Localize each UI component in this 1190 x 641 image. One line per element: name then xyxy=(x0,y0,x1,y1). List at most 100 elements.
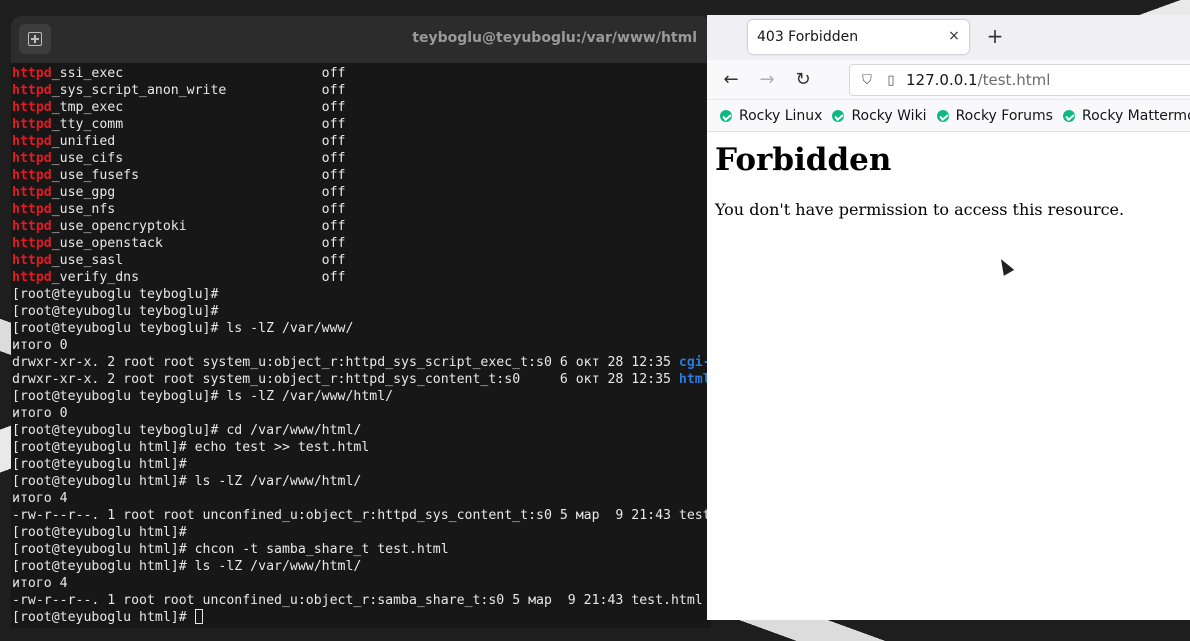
terminal-line: [root@teyuboglu teyboglu]# xyxy=(12,303,711,320)
boolean-entry: _use_openstack off xyxy=(51,236,346,251)
line-text: [root@teyuboglu html]# echo test >> test… xyxy=(12,440,370,455)
page-message: You don't have permission to access this… xyxy=(715,200,1125,219)
terminal-line: [root@teyuboglu html]# ls -lZ /var/www/h… xyxy=(12,473,711,490)
terminal-line: итого 4 xyxy=(12,490,711,507)
line-text: [root@teyuboglu html]# xyxy=(12,457,187,472)
new-tab-button[interactable]: + xyxy=(983,25,1007,49)
terminal-line: [root@teyuboglu html]# xyxy=(12,456,711,473)
highlighted-keyword: httpd xyxy=(12,202,52,217)
terminal-line: -rw-r--r--. 1 root root unconfined_u:obj… xyxy=(12,507,711,524)
browser-tab[interactable]: 403 Forbidden × xyxy=(748,20,969,54)
shield-icon[interactable]: ⛉ xyxy=(858,73,876,88)
line-text: [root@teyuboglu html]# ls -lZ /var/www/h… xyxy=(12,474,362,489)
terminal-line: httpd_use_fusefs off xyxy=(12,167,711,184)
line-text: [root@teyuboglu html]# ls -lZ /var/www/h… xyxy=(12,559,362,574)
terminal-header: teyboglu@teyuboglu:/var/www/html xyxy=(11,16,711,63)
terminal-line: httpd_use_openstack off xyxy=(12,235,711,252)
highlighted-keyword: httpd xyxy=(12,270,52,285)
line-text: итого 4 xyxy=(12,491,68,506)
rocky-icon xyxy=(832,109,845,122)
highlighted-keyword: httpd xyxy=(12,219,52,234)
terminal-line: httpd_unified off xyxy=(12,133,711,150)
line-text: [root@teyuboglu teyboglu]# xyxy=(12,287,219,302)
bookmarks-toolbar: Rocky Linux Rocky Wiki Rocky Forums Rock… xyxy=(707,100,1190,132)
url-host: 127.0.0.1 xyxy=(906,71,978,89)
boolean-entry: _tty_comm off xyxy=(51,117,346,132)
tab-title: 403 Forbidden xyxy=(757,29,859,45)
bookmark-rocky-linux[interactable]: Rocky Linux xyxy=(720,108,822,124)
terminal-line: httpd_sys_script_anon_write off xyxy=(12,82,711,99)
highlighted-keyword: httpd xyxy=(12,134,52,149)
page-info-icon[interactable]: ▯ xyxy=(882,73,900,88)
terminal-line: -rw-r--r--. 1 root root unconfined_u:obj… xyxy=(12,592,711,609)
line-text: [root@teyuboglu html]# xyxy=(12,525,187,540)
line-text: [root@teyuboglu teyboglu]# ls -lZ /var/w… xyxy=(12,321,354,336)
boolean-entry: _use_cifs off xyxy=(51,151,346,166)
boolean-entry: _tmp_exec off xyxy=(51,100,346,115)
highlighted-keyword: httpd xyxy=(12,253,52,268)
terminal-output[interactable]: httpd_ssi_exec off httpd_sys_script_anon_… xyxy=(12,65,711,628)
reload-button[interactable]: ↻ xyxy=(791,68,815,92)
line-text: [root@teyuboglu html]# chcon -t samba_sh… xyxy=(12,542,449,557)
terminal-line: httpd_use_cifs off xyxy=(12,150,711,167)
bookmark-rocky-forums[interactable]: Rocky Forums xyxy=(936,108,1053,124)
terminal-line: итого 0 xyxy=(12,337,711,354)
boolean-entry: _use_gpg off xyxy=(51,185,346,200)
line-text: итого 4 xyxy=(12,576,68,591)
back-button[interactable]: ← xyxy=(719,68,743,92)
rocky-icon xyxy=(720,109,732,122)
terminal-line: drwxr-xr-x. 2 root root system_u:object_… xyxy=(12,371,711,388)
line-text: [root@teyuboglu teyboglu]# xyxy=(12,304,219,319)
terminal-line: httpd_tty_comm off xyxy=(12,116,711,133)
line-text: -rw-r--r--. 1 root root unconfined_u:obj… xyxy=(12,593,703,608)
highlighted-keyword: httpd xyxy=(12,236,52,251)
boolean-entry: _ssi_exec off xyxy=(51,66,346,81)
terminal-line: [root@teyuboglu teyboglu]# cd /var/www/h… xyxy=(12,422,711,439)
boolean-entry: _verify_dns off xyxy=(51,270,346,285)
boolean-entry: _unified off xyxy=(51,134,346,149)
bookmark-rocky-wiki[interactable]: Rocky Wiki xyxy=(832,108,927,124)
boolean-entry: _use_nfs off xyxy=(51,202,346,217)
line-text: итого 0 xyxy=(12,406,68,421)
terminal-line: итого 4 xyxy=(12,575,711,592)
forward-button[interactable]: → xyxy=(755,68,779,92)
url-bar[interactable]: ⛉ ▯ 127.0.0.1/test.html xyxy=(849,64,1190,96)
terminal-line: httpd_ssi_exec off xyxy=(12,65,711,82)
terminal-title: teyboglu@teyuboglu:/var/www/html xyxy=(412,30,697,46)
terminal-line: drwxr-xr-x. 2 root root system_u:object_… xyxy=(12,354,711,371)
rocky-icon xyxy=(936,109,949,122)
page-heading: Forbidden xyxy=(715,142,892,178)
line-text: [root@teyuboglu teyboglu]# cd /var/www/h… xyxy=(12,423,362,438)
terminal-line: httpd_use_sasl off xyxy=(12,252,711,269)
terminal-line: итого 0 xyxy=(12,405,711,422)
highlighted-keyword: httpd xyxy=(12,151,52,166)
boolean-entry: _use_sasl off xyxy=(51,253,346,268)
boolean-entry: _sys_script_anon_write off xyxy=(51,83,346,98)
terminal-line: [root@teyuboglu html]# chcon -t samba_sh… xyxy=(12,541,711,558)
bookmark-rocky-mattermost[interactable]: Rocky Mattermost xyxy=(1062,108,1190,124)
browser-navbar: ← → ↻ ⛉ ▯ 127.0.0.1/test.html xyxy=(707,60,1190,100)
prompt-line[interactable]: [root@teyuboglu html]# xyxy=(12,609,711,626)
shell-prompt: [root@teyuboglu html]# xyxy=(12,610,195,625)
highlighted-keyword: httpd xyxy=(12,117,52,132)
boolean-entry: _use_fusefs off xyxy=(51,168,346,183)
url-path: /test.html xyxy=(977,71,1051,89)
close-tab-icon[interactable]: × xyxy=(945,27,963,45)
terminal-window[interactable]: teyboglu@teyuboglu:/var/www/html httpd_s… xyxy=(11,16,711,628)
browser-tab-bar: 403 Forbidden × + xyxy=(707,15,1190,60)
page-content: Forbidden You don't have permission to a… xyxy=(707,132,1190,229)
line-text: [root@teyuboglu teyboglu]# ls -lZ /var/w… xyxy=(12,389,394,404)
terminal-line: [root@teyuboglu html]# echo test >> test… xyxy=(12,439,711,456)
terminal-line: httpd_use_gpg off xyxy=(12,184,711,201)
new-tab-icon xyxy=(28,32,42,46)
new-terminal-tab-button[interactable] xyxy=(19,24,51,54)
text-cursor xyxy=(194,609,203,624)
terminal-line: httpd_tmp_exec off xyxy=(12,99,711,116)
line-text: drwxr-xr-x. 2 root root system_u:object_… xyxy=(12,372,679,387)
terminal-line: httpd_use_opencryptoki off xyxy=(12,218,711,235)
terminal-line: httpd_use_nfs off xyxy=(12,201,711,218)
highlighted-keyword: httpd xyxy=(12,168,52,183)
highlighted-keyword: httpd xyxy=(12,83,52,98)
browser-window[interactable]: 403 Forbidden × + ← → ↻ ⛉ ▯ 127.0.0.1/te… xyxy=(707,15,1190,620)
highlighted-keyword: httpd xyxy=(12,66,52,81)
